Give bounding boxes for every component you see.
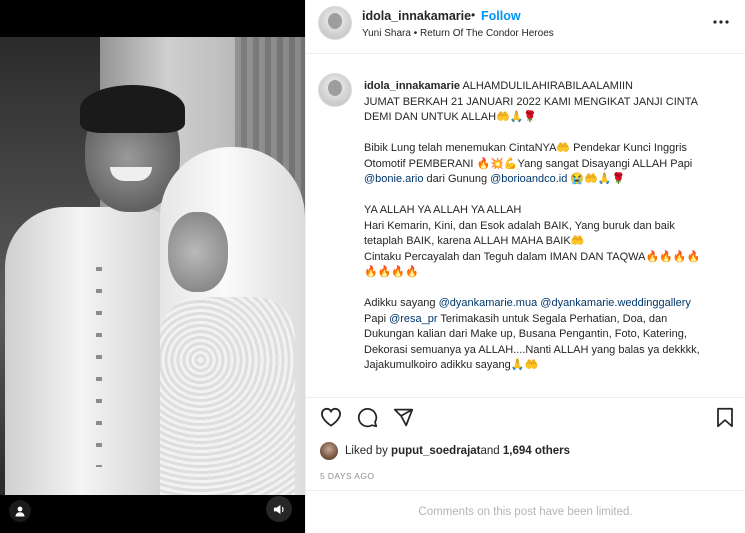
- post-timestamp[interactable]: 5 DAYS AGO: [320, 471, 374, 481]
- caption-text-fragment: Papi: [364, 312, 390, 325]
- audio-link[interactable]: Yuni Shara • Return Of The Condor Heroes: [362, 28, 554, 39]
- header-separator: •: [471, 8, 476, 22]
- likes-count-link[interactable]: 1,694 others: [503, 445, 570, 457]
- header-username[interactable]: idola_innakamarie: [362, 9, 471, 23]
- speaker-icon[interactable]: [266, 496, 292, 522]
- caption-text-fragment: Terimakasih untuk Segala Perhatian, Doa,…: [437, 312, 668, 325]
- post-photo[interactable]: [0, 37, 305, 495]
- follow-button[interactable]: Follow: [481, 9, 521, 23]
- caption-line: 🔥🔥🔥🔥: [364, 266, 419, 278]
- photo-bride-face: [168, 212, 228, 292]
- post-media[interactable]: [0, 0, 305, 533]
- comment-icon[interactable]: [354, 404, 380, 430]
- liker-avatar[interactable]: [320, 442, 338, 460]
- more-horizontal-icon[interactable]: [711, 12, 731, 32]
- caption-text: idola_innakamarie ALHAMDULILAHIRABILAALA…: [364, 79, 736, 374]
- caption-line: Bibik Lung telah menemukan CintaNYA🤲 Pen…: [364, 142, 687, 154]
- caption-line: YA ALLAH YA ALLAH YA ALLAH: [364, 204, 522, 216]
- liker-username[interactable]: puput_soedrajat: [391, 445, 480, 457]
- avatar[interactable]: [318, 6, 352, 40]
- caption-line: ALHAMDULILAHIRABILAALAMIIN: [460, 80, 634, 92]
- caption-area: idola_innakamarie ALHAMDULILAHIRABILAALA…: [306, 55, 745, 395]
- caption-line: JUMAT BERKAH 21 JANUARI 2022 KAMI MENGIK…: [364, 95, 698, 108]
- caption-avatar[interactable]: [318, 73, 352, 107]
- caption-text-fragment: dari Gunung: [423, 173, 491, 185]
- send-icon[interactable]: [390, 404, 416, 430]
- likes-prefix: Liked by: [345, 445, 388, 457]
- caption-text-fragment: Adikku sayang: [364, 297, 439, 309]
- mention-link[interactable]: @dyankamarie.weddinggallery: [540, 297, 691, 309]
- mention-link[interactable]: @borioandco.id: [490, 173, 567, 185]
- comments-limited-notice: Comments on this post have been limited.: [306, 490, 745, 533]
- caption-line: Dukungan kalian dari Make up, Busana Pen…: [364, 328, 687, 340]
- caption-line: tetaplah BAIK, karena ALLAH MAHA BAIK🤲: [364, 235, 585, 247]
- mention-link[interactable]: @dyankamarie.mua: [439, 297, 538, 309]
- likes-summary: Liked by puput_soedrajat and 1,694 other…: [320, 441, 570, 461]
- post-header: idola_innakamarie • Follow Yuni Shara • …: [306, 0, 745, 54]
- caption-line: Jajakumulkoiro adikku sayang🙏🤲: [364, 359, 539, 371]
- user-tag-icon[interactable]: [9, 500, 31, 522]
- mention-link[interactable]: @bonie.ario: [364, 173, 423, 185]
- caption-line: Otomotif PEMBERANI 🔥💥💪Yang sangat Disaya…: [364, 157, 693, 170]
- photo-groom-hair: [80, 85, 185, 133]
- caption-line: Cintaku Percayalah dan Teguh dalam IMAN …: [364, 250, 701, 263]
- photo-groom-buttons: [96, 267, 102, 467]
- photo-bride-dress: [160, 297, 295, 495]
- bookmark-icon[interactable]: [712, 404, 738, 430]
- caption-username[interactable]: idola_innakamarie: [364, 80, 460, 92]
- action-bar: [306, 397, 745, 437]
- caption-line: Dekorasi semuanya ya ALLAH....Nanti ALLA…: [364, 343, 700, 356]
- caption-line: Hari Kemarin, Kini, dan Esok adalah BAIK…: [364, 219, 675, 232]
- caption-line: DEMI DAN UNTUK ALLAH🤲🙏🌹: [364, 111, 538, 123]
- heart-icon[interactable]: [318, 404, 344, 430]
- likes-middle: and: [480, 445, 500, 457]
- caption-text-fragment: 😭🤲🙏🌹: [567, 173, 626, 185]
- mention-link[interactable]: @resa_pr: [389, 313, 437, 325]
